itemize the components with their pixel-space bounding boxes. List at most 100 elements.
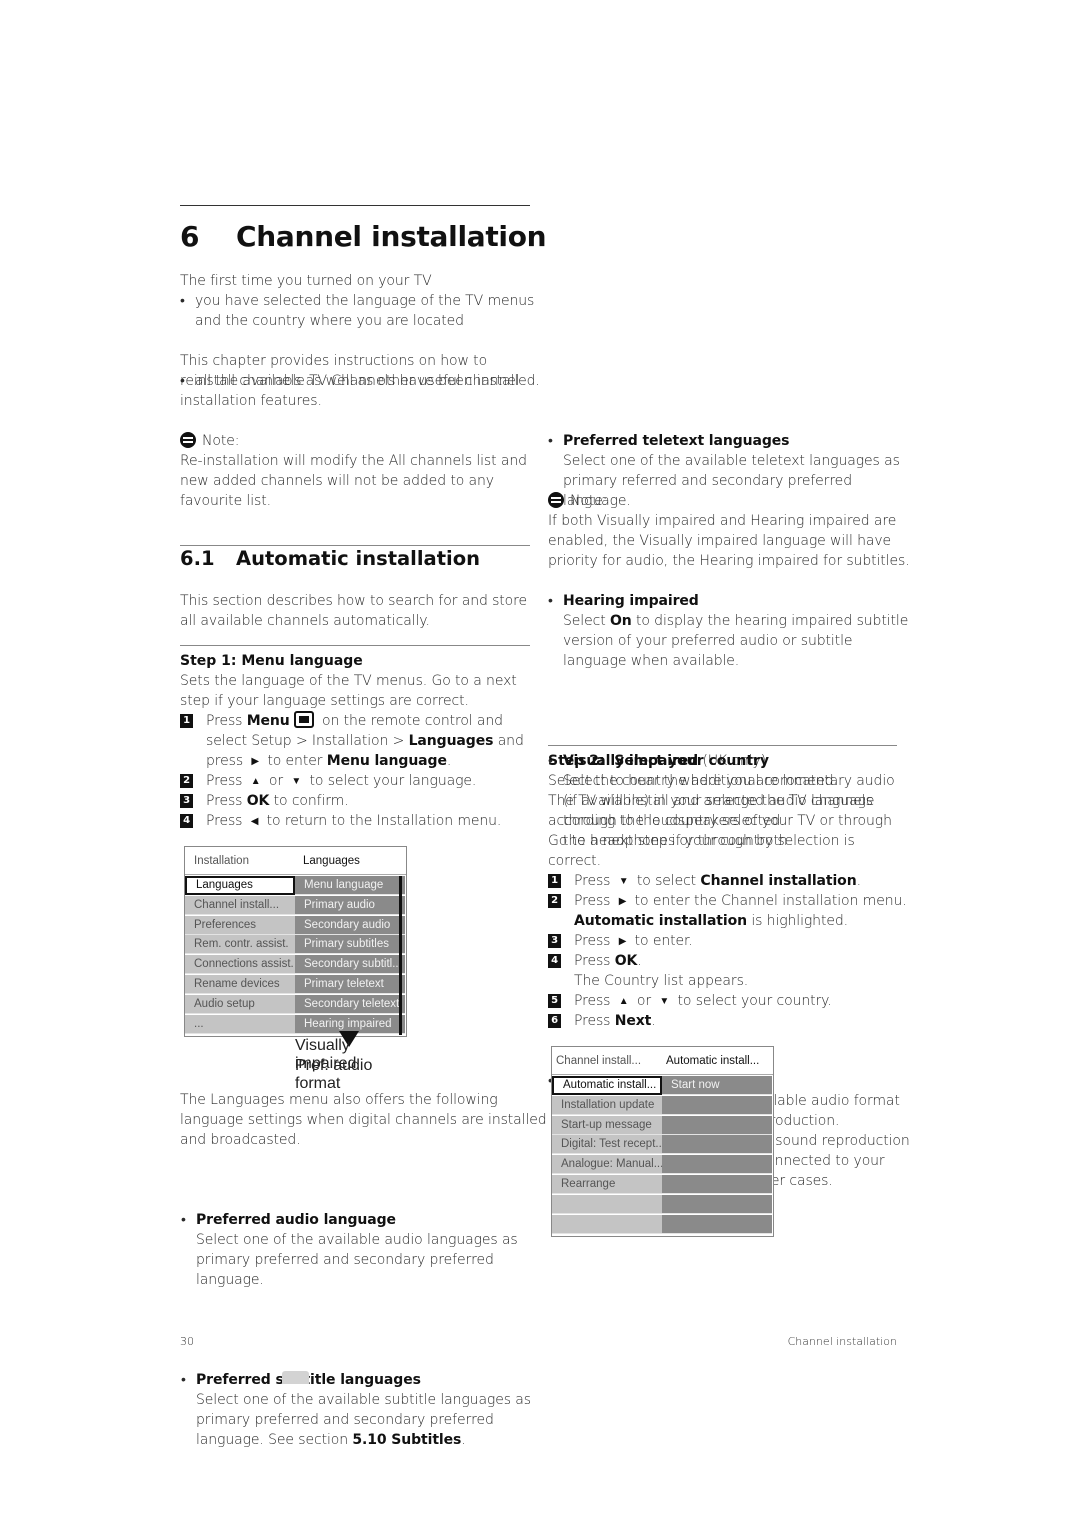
note-icon bbox=[548, 492, 564, 508]
desc-line: Select one of the available teletext lan… bbox=[563, 453, 900, 469]
note-line: priority for audio, the Hearing impaired… bbox=[548, 553, 910, 569]
step-number-badge: 6 bbox=[548, 1014, 561, 1028]
text: to return to the Installation menu. bbox=[262, 813, 502, 829]
menu-left-item[interactable]: Channel install... bbox=[185, 895, 295, 915]
desc-line: language. bbox=[563, 493, 631, 509]
menu-left-item[interactable] bbox=[552, 1214, 662, 1234]
step-number-badge: 1 bbox=[548, 874, 561, 888]
step1-desc-line: Sets the language of the TV menus. Go to… bbox=[180, 673, 517, 689]
note-2-body: If both Visually impaired and Hearing im… bbox=[548, 511, 910, 571]
step2-instructions: 1 Press ▼ to select Channel installation… bbox=[548, 871, 907, 1031]
menu-left-item[interactable]: Installation update bbox=[552, 1095, 662, 1115]
text: is highlighted. bbox=[746, 913, 848, 929]
menu-left-item[interactable]: Rem. contr. assist. bbox=[185, 935, 295, 955]
step1-item-2: 2 Press ▲ or ▼ to select your language. bbox=[180, 771, 476, 792]
chapter-title-text: Channel installation bbox=[236, 220, 547, 253]
intro-line: and broadcasted. bbox=[180, 1132, 301, 1148]
menu-right-item[interactable] bbox=[662, 1095, 772, 1115]
chapter-top-rule bbox=[180, 205, 530, 206]
text: or bbox=[632, 993, 656, 1009]
intro-lead: The first time you turned on your TV bbox=[180, 273, 432, 289]
menu-right-item[interactable]: Primary audio bbox=[295, 895, 405, 915]
menu-left-item[interactable]: Analogue: Manual... bbox=[552, 1155, 662, 1175]
text: . bbox=[446, 753, 452, 769]
menu-right-item[interactable]: Start now bbox=[662, 1076, 772, 1095]
intro-bullet-1-line-2: and the country where you are located bbox=[195, 313, 464, 329]
menu-right-item[interactable] bbox=[662, 1175, 772, 1194]
menu-scrollbar[interactable] bbox=[399, 876, 402, 1035]
menu-left-item[interactable]: Rename devices bbox=[185, 975, 295, 994]
menu-left-item[interactable]: Connections assist. bbox=[185, 955, 295, 975]
text: to display the hearing impaired subtitle bbox=[631, 613, 909, 629]
menu-left-item[interactable] bbox=[552, 1194, 662, 1214]
text: Select bbox=[563, 613, 610, 629]
section-title-text: Automatic installation bbox=[236, 547, 480, 570]
intro-para-line: installation features. bbox=[180, 393, 322, 409]
menu-left-item[interactable]: Languages bbox=[185, 876, 295, 895]
menu-left-item[interactable]: Start-up message bbox=[552, 1115, 662, 1135]
menu-left-item[interactable]: Audio setup bbox=[185, 994, 295, 1014]
step2-item-4: 4 Press OK. bbox=[548, 951, 642, 971]
section-intro: This section describes how to search for… bbox=[180, 591, 527, 631]
note-line: If both Visually impaired and Hearing im… bbox=[548, 513, 897, 529]
text: to enter. bbox=[630, 933, 693, 949]
text: language. See section bbox=[196, 1432, 353, 1448]
intro-para-line: reinstall channels as well as other usef… bbox=[180, 373, 520, 389]
pref-subtitle-languages-title: Preferred subtitle languages bbox=[196, 1372, 421, 1388]
intro-bullet-1-line-1: you have selected the language of the TV… bbox=[195, 293, 535, 309]
pref-subtitle-languages: Preferred subtitle languages Select one … bbox=[181, 1370, 1080, 1450]
menu-left-item[interactable]: Preferences bbox=[185, 915, 295, 935]
step2-desc-line: according to the country selected. bbox=[548, 813, 785, 829]
step-number-badge: 4 bbox=[548, 954, 561, 968]
menu-left-item[interactable]: Digital: Test recept... bbox=[552, 1135, 662, 1155]
intro-bullet-1: you have selected the language of the TV… bbox=[180, 291, 1080, 331]
menu-right-item[interactable]: Primary subtitles bbox=[295, 935, 405, 955]
right-arrow-icon: ▶ bbox=[618, 936, 627, 947]
channel-installation-menu: Channel install... Automatic install... … bbox=[551, 1046, 774, 1237]
step2-item-4-line-2: The Country list appears. bbox=[548, 971, 748, 991]
menu-right-item-overflow[interactable]: Visually impaired bbox=[295, 1037, 405, 1072]
menu-left-item[interactable]: Automatic install... bbox=[552, 1076, 662, 1095]
right-arrow-icon: ▶ bbox=[251, 756, 259, 767]
menu-right-item[interactable] bbox=[662, 1194, 772, 1214]
text: The Country list appears. bbox=[574, 973, 749, 989]
menu-left-item[interactable]: Rearrange bbox=[552, 1175, 662, 1194]
menu-right-item[interactable] bbox=[662, 1214, 772, 1234]
step1-desc-line: step if your language settings are corre… bbox=[180, 693, 469, 709]
text: . bbox=[856, 873, 861, 889]
section-reference-link[interactable]: 5.10 Subtitles bbox=[352, 1432, 461, 1448]
step2-item-1: 1 Press ▼ to select Channel installation… bbox=[548, 871, 861, 892]
menu-right-item[interactable]: Secondary audio bbox=[295, 915, 405, 935]
step2-desc-line: correct. bbox=[548, 853, 601, 869]
text: . bbox=[651, 1013, 656, 1029]
desc-line: language when available. bbox=[563, 653, 740, 669]
menu-right-item[interactable]: Secondary subtitl.. bbox=[295, 955, 405, 975]
note-line: favourite list. bbox=[180, 493, 271, 509]
menu-right-item-overflow[interactable]: Pref. audio format bbox=[295, 1057, 405, 1092]
ok-label: OK bbox=[246, 793, 270, 809]
menu-right-item[interactable] bbox=[662, 1135, 772, 1155]
menu-right-item[interactable]: Menu language bbox=[295, 876, 405, 895]
automatic-installation-label: Automatic installation bbox=[574, 913, 747, 929]
text: press bbox=[206, 753, 248, 769]
menu-right-item[interactable] bbox=[662, 1115, 772, 1135]
left-arrow-icon: ◀ bbox=[250, 816, 259, 827]
note-label: Note bbox=[570, 493, 603, 509]
intro-paragraph: This chapter provides instructions on ho… bbox=[180, 351, 520, 411]
on-label: On bbox=[609, 613, 632, 629]
text: to select bbox=[632, 873, 701, 889]
step-number-badge: 3 bbox=[548, 934, 561, 948]
note-line: Re-installation will modify the All chan… bbox=[180, 453, 527, 469]
menu-right-item[interactable]: Primary teletext bbox=[295, 975, 405, 994]
menu-header: Installation Languages bbox=[185, 847, 406, 875]
note-1-body: Re-installation will modify the All chan… bbox=[180, 451, 527, 511]
step2-title: Step 2: Select your country bbox=[548, 753, 770, 769]
desc-line: primary referred and secondary preferred bbox=[563, 473, 852, 489]
intro-line: language settings when digital channels … bbox=[180, 1112, 547, 1128]
menu-right-item[interactable]: Secondary teletext bbox=[295, 994, 405, 1014]
menu-header-right: Automatic install... bbox=[666, 1055, 760, 1067]
text: Press bbox=[206, 773, 247, 789]
menu-left-item[interactable]: ... bbox=[185, 1014, 295, 1034]
menu-right-item[interactable] bbox=[662, 1155, 772, 1175]
down-arrow-icon: ▼ bbox=[291, 776, 302, 787]
